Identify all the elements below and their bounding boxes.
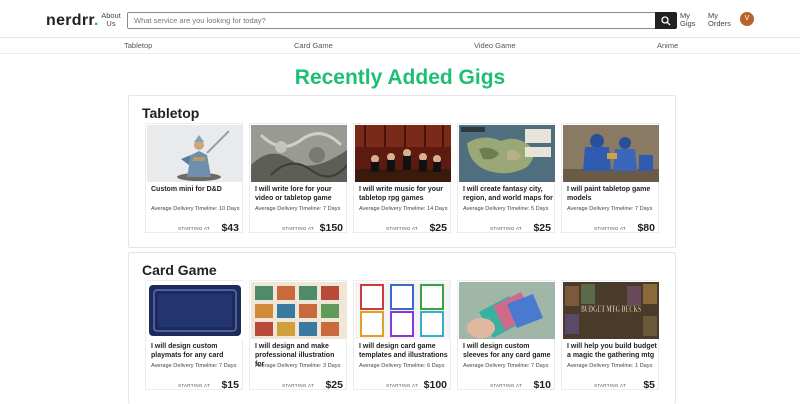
delivery-timeline: Average Delivery Timeline: 6 Days xyxy=(359,363,445,369)
section-title: Tabletop xyxy=(142,105,200,121)
nerdrr-logo[interactable]: nerdrr. xyxy=(46,12,99,30)
gig-title[interactable]: I will design custom sleeves for any car… xyxy=(463,342,553,360)
gig-image-lore[interactable] xyxy=(251,125,347,182)
delivery-timeline: Average Delivery Timeline: 7 Days xyxy=(255,206,341,212)
logo-dot: . xyxy=(94,12,99,29)
category-nav: Tabletop Card Game Video Game Anime xyxy=(0,38,800,54)
about-us-link[interactable]: About Us xyxy=(100,12,122,28)
section-card-game: Card Game I will design custom playmats … xyxy=(128,252,676,404)
gig-card[interactable]: I will design custom sleeves for any car… xyxy=(457,280,555,391)
my-orders-link[interactable]: My Orders xyxy=(708,12,732,28)
gig-card[interactable]: I will design card game templates and il… xyxy=(353,280,451,391)
my-gigs-link[interactable]: My Gigs xyxy=(680,12,698,28)
gig-title[interactable]: Custom mini for D&D xyxy=(151,185,241,194)
gig-price: $80 xyxy=(637,222,655,234)
gig-price: $25 xyxy=(325,379,343,391)
gig-card[interactable]: Custom mini for D&D Average Delivery Tim… xyxy=(145,123,243,234)
starting-at-label: STARTING AT xyxy=(177,226,210,231)
starting-at-label: STARTING AT xyxy=(489,383,522,388)
starting-at-label: STARTING AT xyxy=(385,383,418,388)
search-icon xyxy=(661,16,671,26)
gig-image-painted-models[interactable] xyxy=(563,125,659,182)
gig-price: $25 xyxy=(429,222,447,234)
gig-title[interactable]: I will design custom playmats for any ca… xyxy=(151,342,241,360)
starting-at-label: STARTING AT xyxy=(593,383,626,388)
gig-card[interactable]: I will create fantasy city, region, and … xyxy=(457,123,555,234)
delivery-timeline: Average Delivery Timeline: 1 Days xyxy=(567,363,653,369)
gig-title[interactable]: I will write music for your tabletop rpg… xyxy=(359,185,449,203)
delivery-timeline: Average Delivery Timeline: 7 Days xyxy=(567,206,653,212)
gig-card[interactable]: I will paint tabletop game models Averag… xyxy=(561,123,659,234)
delivery-timeline: Average Delivery Timeline: 5 Days xyxy=(463,206,549,212)
gig-price: $150 xyxy=(319,222,343,234)
section-tabletop: Tabletop Custom mini for D&D Average Del… xyxy=(128,95,676,248)
nav-item-tabletop[interactable]: Tabletop xyxy=(124,41,152,50)
gig-image-card-templates[interactable] xyxy=(355,282,451,339)
delivery-timeline: Average Delivery Timeline: 3 Days xyxy=(255,363,341,369)
gig-price: $15 xyxy=(221,379,239,391)
starting-at-label: STARTING AT xyxy=(593,226,626,231)
delivery-timeline: Average Delivery Timeline: 7 Days xyxy=(151,363,237,369)
page-title: Recently Added Gigs xyxy=(294,66,506,89)
gig-price: $25 xyxy=(533,222,551,234)
section-title: Card Game xyxy=(142,262,217,278)
search-button[interactable] xyxy=(655,12,677,29)
gig-title[interactable]: I will write lore for your video or tabl… xyxy=(255,185,345,203)
gig-image-budget-mtg[interactable]: BUDGET MTG DECKS xyxy=(563,282,659,339)
nav-item-video-game[interactable]: Video Game xyxy=(474,41,516,50)
gig-card[interactable]: I will design and make professional illu… xyxy=(249,280,347,391)
top-header: nerdrr. About Us What service are you lo… xyxy=(0,0,800,38)
nav-item-card-game[interactable]: Card Game xyxy=(294,41,333,50)
starting-at-label: STARTING AT xyxy=(281,383,314,388)
gig-image-illustrations[interactable] xyxy=(251,282,347,339)
nav-item-anime[interactable]: Anime xyxy=(657,41,678,50)
gig-price: $100 xyxy=(423,379,447,391)
gig-image-orchestra[interactable] xyxy=(355,125,451,182)
gig-image-card-sleeves[interactable] xyxy=(459,282,555,339)
gig-image-fantasy-map[interactable] xyxy=(459,125,555,182)
starting-at-label: STARTING AT xyxy=(177,383,210,388)
gig-image-mini[interactable] xyxy=(147,125,243,182)
search-bar[interactable]: What service are you looking for today? xyxy=(127,12,677,29)
starting-at-label: STARTING AT xyxy=(385,226,418,231)
gig-card[interactable]: I will write music for your tabletop rpg… xyxy=(353,123,451,234)
gig-card[interactable]: I will design custom playmats for any ca… xyxy=(145,280,243,391)
logo-text: nerdrr xyxy=(46,12,95,29)
starting-at-label: STARTING AT xyxy=(281,226,314,231)
gig-title[interactable]: I will design card game templates and il… xyxy=(359,342,449,360)
gig-title[interactable]: I will help you build budget a magic the… xyxy=(567,342,657,360)
avatar[interactable]: V xyxy=(740,12,754,26)
starting-at-label: STARTING AT xyxy=(489,226,522,231)
gig-title[interactable]: I will create fantasy city, region, and … xyxy=(463,185,553,203)
search-input[interactable]: What service are you looking for today? xyxy=(134,16,266,25)
gig-card[interactable]: BUDGET MTG DECKS I will help you build b… xyxy=(561,280,659,391)
gig-price: $43 xyxy=(221,222,239,234)
gig-image-playmat[interactable] xyxy=(147,282,243,339)
delivery-timeline: Average Delivery Timeline: 7 Days xyxy=(463,363,549,369)
gig-title[interactable]: I will paint tabletop game models xyxy=(567,185,657,203)
gig-card[interactable]: I will write lore for your video or tabl… xyxy=(249,123,347,234)
gig-price: $10 xyxy=(533,379,551,391)
delivery-timeline: Average Delivery Timeline: 10 Days xyxy=(151,206,240,212)
budget-mtg-image-text: BUDGET MTG DECKS xyxy=(581,304,641,314)
delivery-timeline: Average Delivery Timeline: 14 Days xyxy=(359,206,448,212)
gig-price: $5 xyxy=(643,379,655,391)
